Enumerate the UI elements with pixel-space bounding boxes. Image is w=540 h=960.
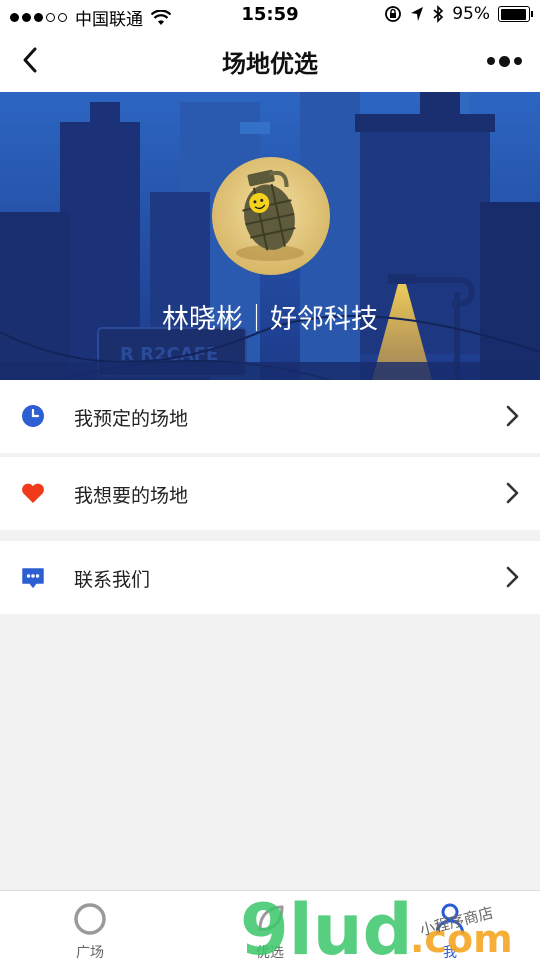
- menu-item-label: 我想要的场地: [74, 485, 189, 507]
- menu-group-bookings: 我预定的场地 我想要的场地: [0, 380, 540, 530]
- clock-icon: [22, 405, 44, 427]
- menu-item-wanted-venues[interactable]: 我想要的场地: [0, 457, 540, 530]
- navigation-bar: 场地优选: [0, 30, 540, 92]
- profile-banner: R R2CAFE 林晓彬｜好邻科技: [0, 92, 540, 380]
- tab-bar: 广场 优选 我: [0, 890, 540, 960]
- ring-icon: [74, 903, 106, 935]
- battery-percent: 95%: [452, 4, 490, 24]
- tab-me[interactable]: 我: [360, 891, 540, 960]
- screen: 中国联通 15:59 95% 场地优选 R R2CAFE 林晓彬｜好邻科技 我预…: [0, 0, 540, 960]
- menu-group-contact: 联系我们: [0, 541, 540, 614]
- menu-item-label: 我预定的场地: [74, 408, 189, 430]
- chevron-right-icon: [506, 405, 519, 427]
- menu-item-my-booked-venues[interactable]: 我预定的场地: [0, 380, 540, 453]
- chevron-right-icon: [506, 482, 519, 504]
- orientation-lock-icon: [385, 6, 402, 22]
- status-bar-right: 95%: [384, 4, 533, 24]
- battery-icon: [498, 6, 533, 22]
- tab-label: 优选: [256, 945, 284, 960]
- tab-label: 广场: [76, 945, 104, 960]
- tab-plaza[interactable]: 广场: [0, 891, 180, 960]
- chat-bubble-icon: [22, 568, 44, 588]
- battery-level: [500, 8, 527, 20]
- avatar[interactable]: [212, 157, 330, 275]
- location-arrow-icon: [411, 7, 424, 21]
- more-menu-button[interactable]: [484, 48, 524, 74]
- heart-icon: [22, 483, 44, 503]
- user-name: 林晓彬｜好邻科技: [162, 304, 378, 335]
- menu-item-contact-us[interactable]: 联系我们: [0, 541, 540, 614]
- page-title: 场地优选: [222, 50, 318, 78]
- grenade-smiley-avatar-image: [236, 169, 304, 261]
- person-icon: [435, 903, 465, 935]
- chevron-right-icon: [506, 566, 519, 588]
- leaf-icon: [258, 905, 284, 931]
- tab-label: 我: [443, 945, 457, 960]
- menu-item-label: 联系我们: [74, 569, 151, 591]
- status-bar: 中国联通 15:59 95%: [0, 0, 540, 30]
- bluetooth-icon: [433, 5, 444, 23]
- tab-featured[interactable]: 优选: [180, 891, 360, 960]
